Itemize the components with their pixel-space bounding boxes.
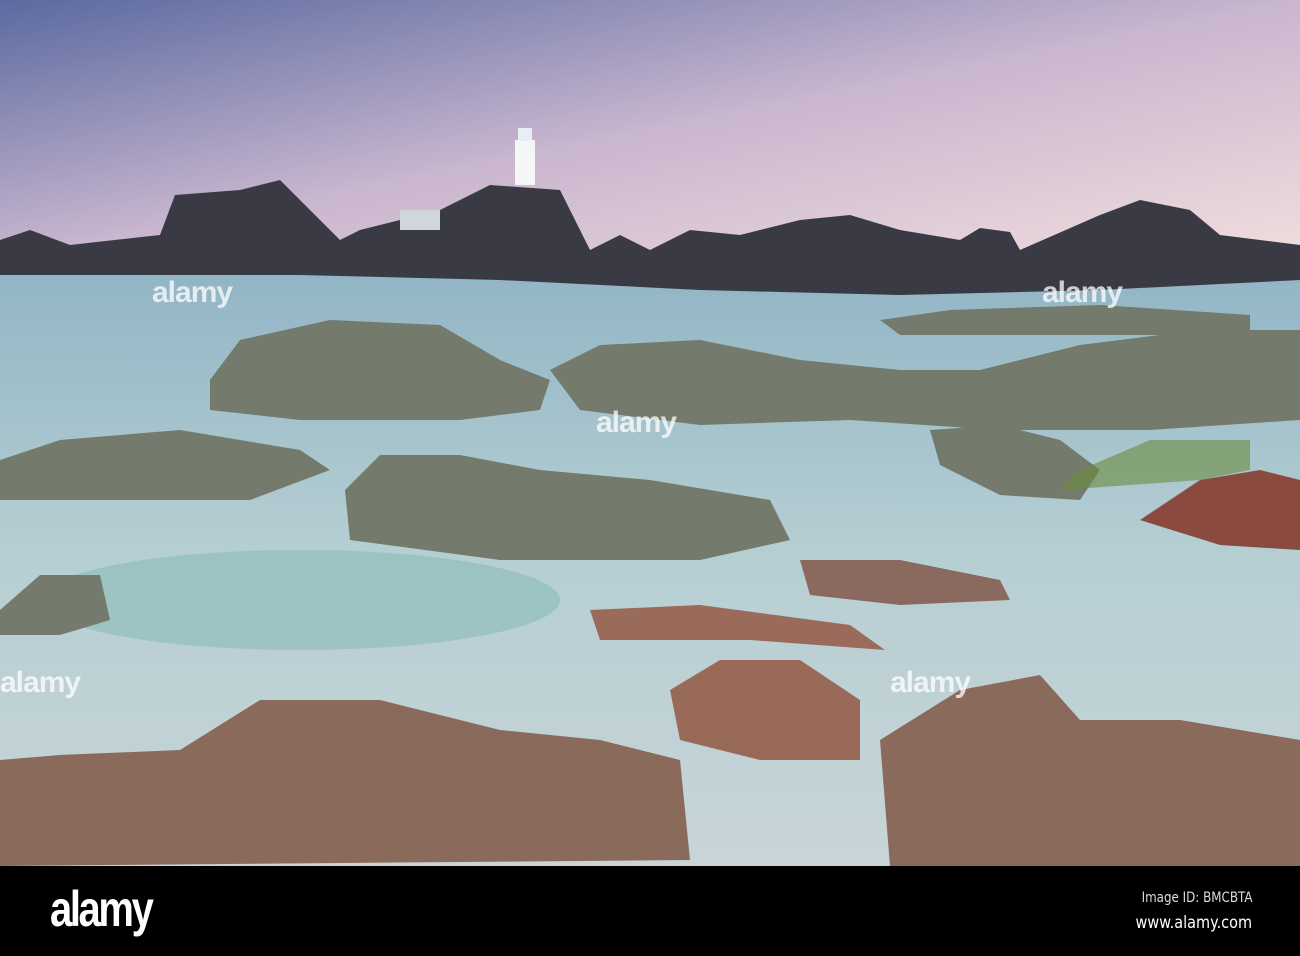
lighthouse [515, 140, 535, 185]
image-id: Image ID: BMCBTA [1141, 890, 1252, 906]
watermark: alamy [1042, 276, 1123, 309]
alamy-logo: alamy [50, 881, 154, 937]
stock-photo-page: alamy alamy alamy alamy alamy alamy Imag… [0, 0, 1300, 956]
watermark: alamy [596, 406, 677, 439]
footer-bar: alamy Image ID: BMCBTA www.alamy.com [0, 866, 1300, 956]
watermark: alamy [890, 666, 971, 699]
site-url: www.alamy.com [1135, 913, 1252, 933]
watermark: alamy [152, 276, 233, 309]
watermark: alamy [0, 666, 81, 699]
